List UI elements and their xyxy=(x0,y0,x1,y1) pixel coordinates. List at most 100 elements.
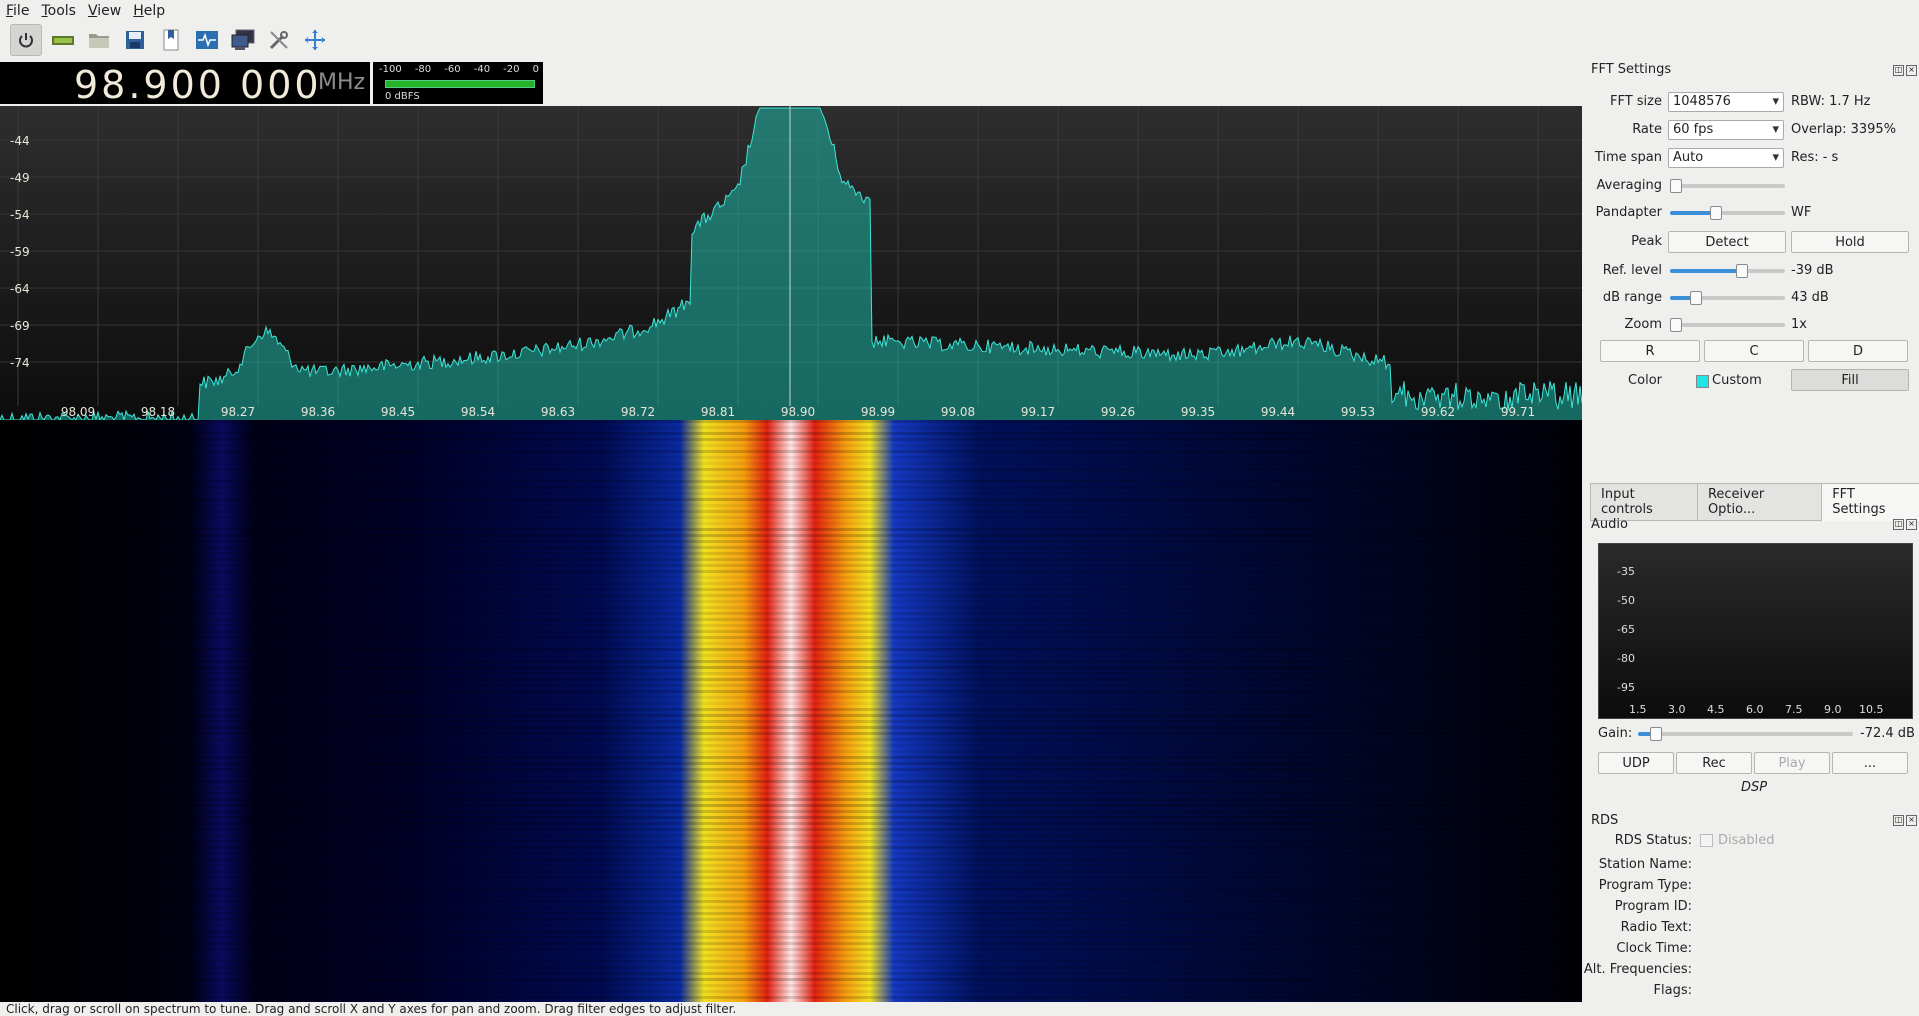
color-swatch[interactable] xyxy=(1696,375,1709,388)
waterfall-band xyxy=(0,918,1582,921)
waterfall-band xyxy=(0,714,1582,717)
close-panel-icon[interactable]: × xyxy=(1906,519,1917,530)
ref-level-slider[interactable] xyxy=(1670,264,1785,278)
play-button[interactable]: Play xyxy=(1754,752,1830,774)
waterfall-band xyxy=(0,624,1582,627)
waterfall-band xyxy=(0,804,1582,807)
tab-receiver-options[interactable]: Receiver Optio... xyxy=(1696,483,1823,521)
float-panel-icon[interactable]: ◫ xyxy=(1893,519,1904,530)
hardware-icon[interactable] xyxy=(48,25,78,55)
c-button[interactable]: C xyxy=(1704,340,1804,362)
detect-button[interactable]: Detect xyxy=(1668,231,1786,253)
settings-icon[interactable] xyxy=(264,25,294,55)
waterfall-band xyxy=(0,756,1582,759)
rate-select[interactable]: 60 fps xyxy=(1668,120,1784,140)
audio-x-label: 7.5 xyxy=(1785,703,1803,716)
waterfall-band xyxy=(0,990,1582,993)
rate-label: Rate xyxy=(1632,122,1662,137)
open-folder-icon[interactable] xyxy=(84,25,114,55)
hold-button[interactable]: Hold xyxy=(1791,231,1909,253)
waterfall-band xyxy=(0,438,1582,441)
float-panel-icon[interactable]: ◫ xyxy=(1893,65,1904,76)
waterfall-band xyxy=(0,570,1582,573)
rds-enable-checkbox[interactable] xyxy=(1700,834,1713,847)
close-panel-icon[interactable]: × xyxy=(1906,65,1917,76)
waterfall-band xyxy=(0,576,1582,579)
spectrum-plot[interactable]: -44 -49 -54 -59 -64 -69 -74 98.09 98.18 98.27 98.3… xyxy=(0,106,1582,420)
menu-file[interactable]: File xyxy=(0,3,35,19)
tab-input-controls[interactable]: Input controls xyxy=(1590,483,1698,521)
power-icon[interactable] xyxy=(10,24,42,56)
waterfall-band xyxy=(0,654,1582,657)
averaging-slider[interactable] xyxy=(1670,179,1785,193)
spectrum-x-label: 99.53 xyxy=(1341,405,1375,419)
waterfall-band xyxy=(0,504,1582,507)
waterfall-display[interactable] xyxy=(0,420,1582,1002)
pandapter-slider[interactable] xyxy=(1670,206,1785,220)
audio-fft-plot[interactable]: -35 -50 -65 -80 -95 1.5 3.0 4.5 6.0 7.5 … xyxy=(1598,543,1913,719)
spectrum-x-label: 98.81 xyxy=(701,405,735,419)
spectrum-x-label: 98.72 xyxy=(621,405,655,419)
waterfall-band xyxy=(0,888,1582,891)
waterfall-band xyxy=(0,690,1582,693)
gain-slider[interactable] xyxy=(1638,727,1853,741)
frequency-unit: MHz xyxy=(318,70,366,95)
waterfall-band xyxy=(0,522,1582,525)
waterfall-band xyxy=(0,474,1582,477)
gain-value: -72.4 dB xyxy=(1860,726,1915,741)
pandapter-label: Pandapter xyxy=(1595,205,1662,220)
spectrum-svg[interactable]: -44 -49 -54 -59 -64 -69 -74 98.09 98.18 98.27 98.3… xyxy=(0,106,1582,420)
res-value: Res: - s xyxy=(1791,150,1839,165)
reset-view-icon[interactable] xyxy=(300,25,330,55)
fill-button[interactable]: Fill xyxy=(1791,369,1909,391)
meter-bar xyxy=(385,80,535,88)
waterfall-band xyxy=(0,822,1582,825)
audio-options-button[interactable]: ... xyxy=(1832,752,1908,774)
fft-size-select[interactable]: 1048576 xyxy=(1668,92,1784,112)
waterfall-band xyxy=(0,540,1582,543)
waterfall-svg[interactable] xyxy=(0,420,1582,1002)
iq-tool-icon[interactable] xyxy=(192,25,222,55)
ref-level-label: Ref. level xyxy=(1602,263,1662,278)
waterfall-band xyxy=(0,936,1582,939)
waterfall-band xyxy=(0,558,1582,561)
waterfall-band xyxy=(0,750,1582,753)
frequency-value[interactable]: 98.900 000 xyxy=(74,63,322,107)
toolbar xyxy=(0,22,1590,58)
menu-view[interactable]: View xyxy=(82,3,127,19)
color-name[interactable]: Custom xyxy=(1712,373,1762,388)
audio-x-label: 9.0 xyxy=(1824,703,1842,716)
timespan-select[interactable]: Auto xyxy=(1668,148,1784,168)
r-button[interactable]: R xyxy=(1600,340,1700,362)
waterfall-band xyxy=(0,564,1582,567)
float-panel-icon[interactable]: ◫ xyxy=(1893,815,1904,826)
db-range-value: 43 dB xyxy=(1791,290,1829,305)
d-button[interactable]: D xyxy=(1808,340,1908,362)
meter-tick: -80 xyxy=(414,64,432,75)
audio-x-label: 6.0 xyxy=(1746,703,1764,716)
meter-tick: -40 xyxy=(473,64,491,75)
bookmark-icon[interactable] xyxy=(156,25,186,55)
tab-fft-settings[interactable]: FFT Settings xyxy=(1821,483,1919,521)
rec-button[interactable]: Rec xyxy=(1676,752,1752,774)
menu-tools[interactable]: Tools xyxy=(35,3,82,19)
waterfall-band xyxy=(0,630,1582,633)
udp-button[interactable]: UDP xyxy=(1598,752,1674,774)
spectrum-y-label: -64 xyxy=(10,282,30,296)
frequency-display[interactable]: 98.900 000 MHz xyxy=(0,62,370,107)
rds-status-value[interactable]: Disabled xyxy=(1718,833,1774,848)
waterfall-band xyxy=(0,444,1582,447)
menu-help[interactable]: Help xyxy=(127,3,171,19)
waterfall-band xyxy=(0,810,1582,813)
spectrum-x-label: 98.27 xyxy=(221,405,255,419)
spectrum-x-label: 98.54 xyxy=(461,405,495,419)
audio-y-label: -95 xyxy=(1617,681,1635,694)
waterfall-band xyxy=(0,924,1582,927)
flags-label: Flags: xyxy=(1653,983,1692,998)
db-range-slider[interactable] xyxy=(1670,291,1785,305)
fft-size-label: FFT size xyxy=(1609,94,1662,109)
close-panel-icon[interactable]: × xyxy=(1906,815,1917,826)
zoom-slider[interactable] xyxy=(1670,318,1785,332)
save-icon[interactable] xyxy=(120,25,150,55)
remote-control-icon[interactable] xyxy=(228,25,258,55)
